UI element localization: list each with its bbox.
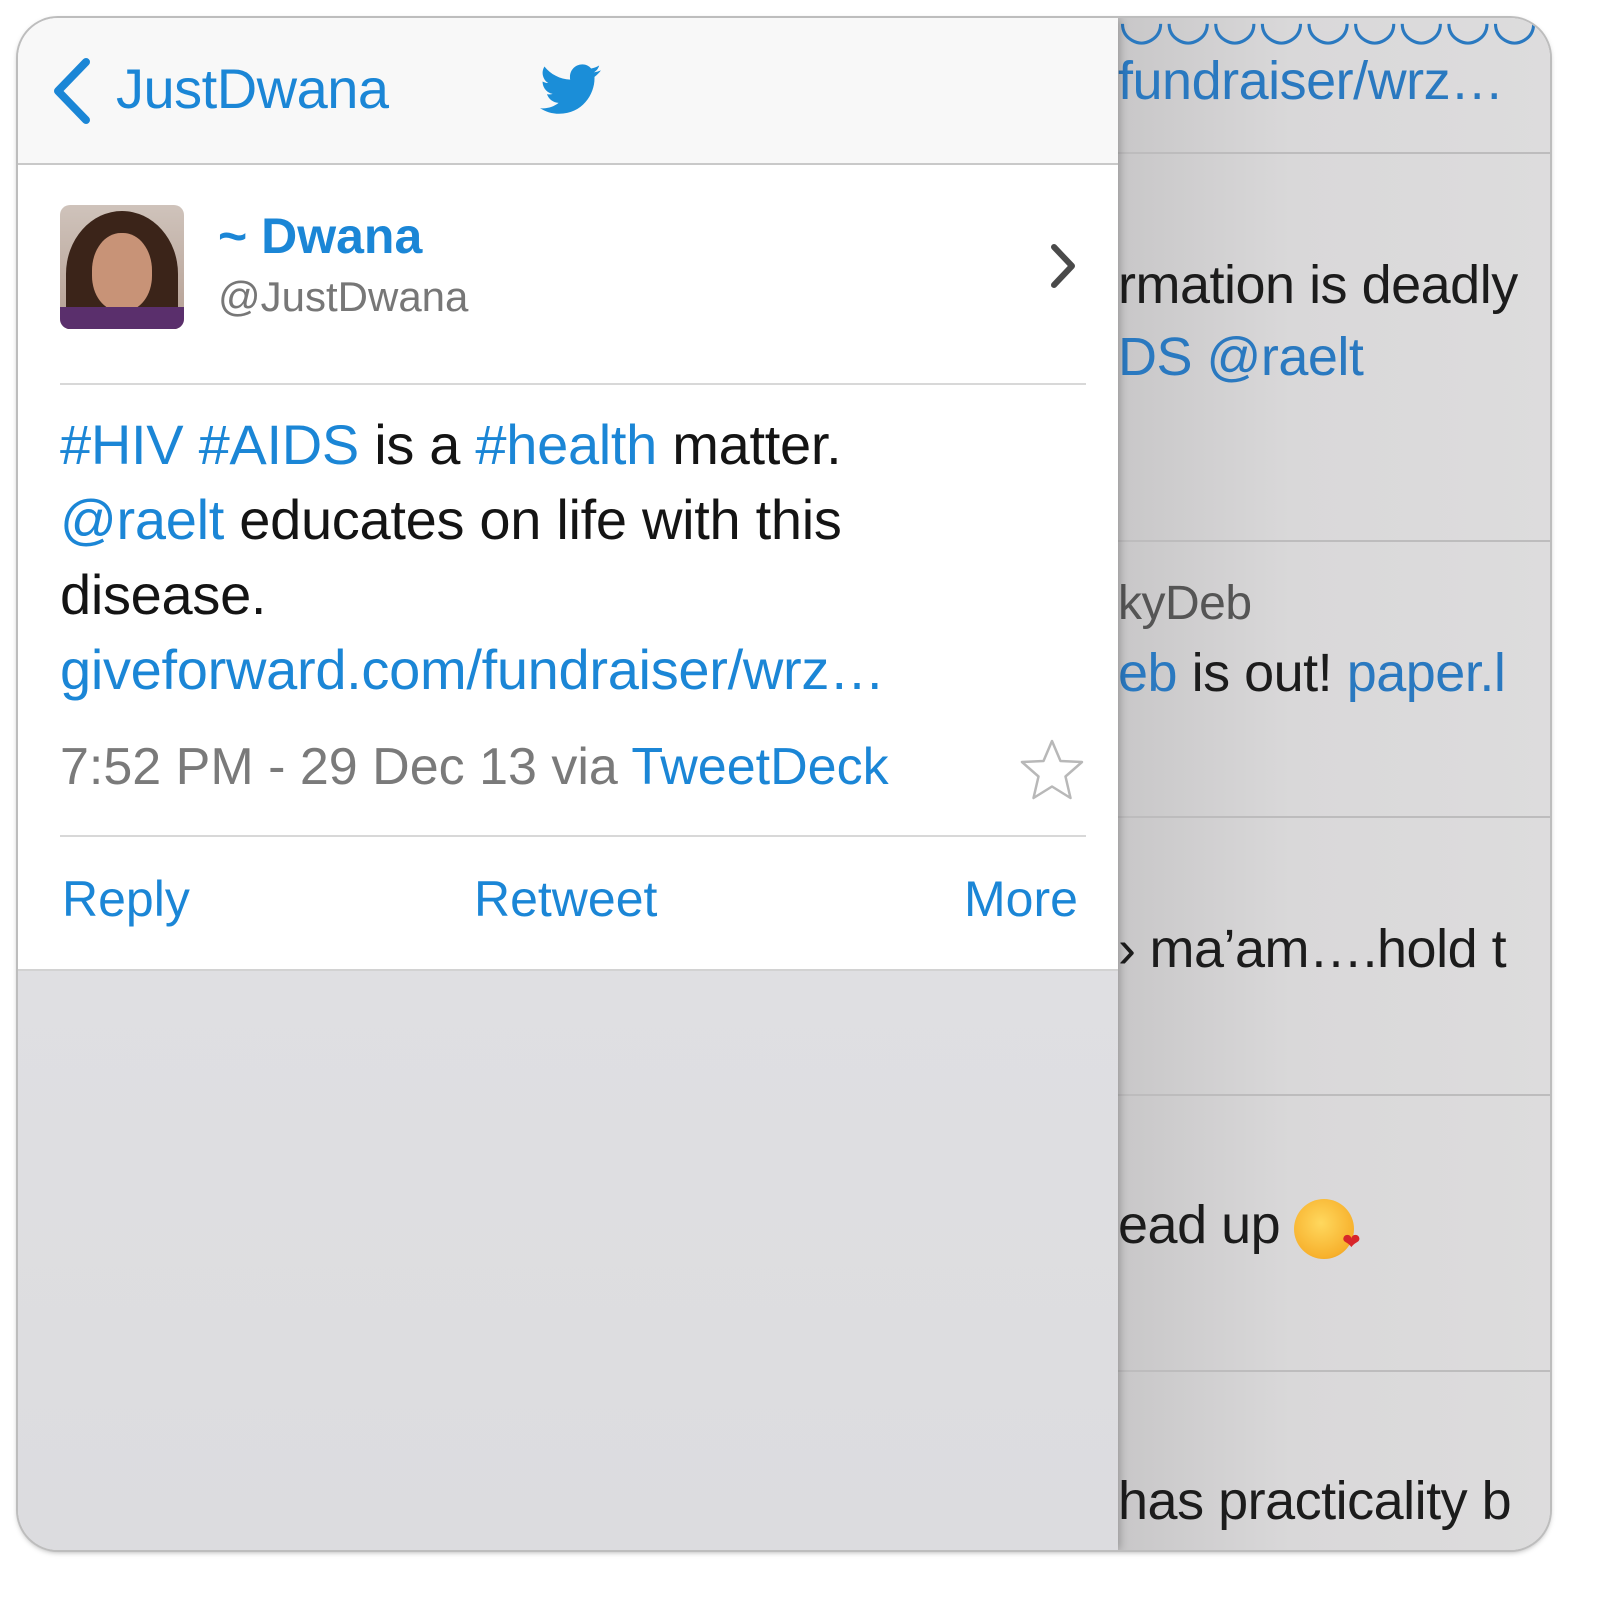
bg-tweet-text: rmation is deadly	[1118, 255, 1518, 315]
bg-tweet-author: kyDeb	[1118, 577, 1252, 630]
chevron-right-icon[interactable]	[1048, 241, 1078, 291]
tweet-timestamp: 7:52 PM - 29 Dec 13 via	[60, 738, 618, 796]
bg-divider	[1118, 1094, 1550, 1096]
more-button[interactable]: More	[964, 870, 1078, 928]
favorite-star-icon[interactable]	[1018, 737, 1086, 803]
tweet-card: ~ Dwana @JustDwana #HIV #AIDS is a #heal…	[18, 165, 1118, 971]
retweet-button[interactable]: Retweet	[474, 870, 657, 928]
user-handle[interactable]: @JustDwana	[218, 273, 468, 321]
bg-plain: is out!	[1191, 643, 1333, 703]
tweet-plain-text: matter.	[672, 413, 842, 476]
tweet-detail-panel: JustDwana ~ Dwana @JustDwana #HIV #AIDS …	[18, 18, 1118, 1550]
bg-tweet-text: eb is out! paper.l	[1118, 642, 1506, 704]
bg-divider	[1118, 152, 1550, 154]
bg-tweet-text: ead up	[1118, 1194, 1360, 1259]
reply-button[interactable]: Reply	[62, 870, 190, 928]
divider	[60, 383, 1086, 385]
avatar[interactable]	[60, 205, 184, 329]
hashtag-aids[interactable]: #AIDS	[199, 413, 360, 476]
tweet-meta: 7:52 PM - 29 Dec 13 via TweetDeck	[60, 737, 889, 797]
bg-divider	[1118, 1370, 1550, 1372]
tweet-text: #HIV #AIDS is a #health matter. @raelt e…	[60, 407, 1060, 707]
bg-plain: ead up	[1118, 1195, 1281, 1255]
tweet-url-link[interactable]: giveforward.com/fundraiser/wrz…	[60, 638, 885, 701]
bg-plain: ma’am….hold t	[1149, 919, 1507, 979]
bg-paper-link[interactable]: paper.l	[1347, 643, 1506, 703]
back-button-label[interactable]: JustDwana	[116, 56, 389, 121]
bg-divider	[1118, 816, 1550, 818]
bg-cutoff-line: ◡◡◡◡◡◡◡◡◡◡◡◡	[1118, 18, 1550, 50]
hashtag-hiv[interactable]: #HIV	[60, 413, 184, 476]
back-chevron-icon[interactable]	[48, 56, 96, 126]
nav-bar: JustDwana	[18, 18, 1118, 165]
twitter-bird-icon	[540, 64, 601, 114]
background-timeline: ◡◡◡◡◡◡◡◡◡◡◡◡ fundraiser/wrz… rmation is …	[1118, 18, 1550, 1550]
client-link[interactable]: TweetDeck	[631, 738, 888, 796]
bg-mention[interactable]: eb	[1118, 643, 1178, 703]
kiss-emoji-icon	[1294, 1198, 1360, 1259]
divider	[60, 835, 1086, 837]
bg-link-text[interactable]: fundraiser/wrz…	[1118, 50, 1504, 112]
hashtag-health[interactable]: #health	[475, 413, 657, 476]
screenshot-frame: ◡◡◡◡◡◡◡◡◡◡◡◡ fundraiser/wrz… rmation is …	[18, 18, 1550, 1550]
tweet-plain-text: is a	[374, 413, 461, 476]
display-name[interactable]: ~ Dwana	[218, 207, 422, 265]
bg-tweet-link[interactable]: DS @raelt	[1118, 326, 1364, 388]
bg-tweet-text: has practicality b	[1118, 1471, 1512, 1531]
mention-raelt[interactable]: @raelt	[60, 488, 224, 551]
bg-divider	[1118, 540, 1550, 542]
bg-tweet-text: › ma’am….hold t	[1118, 919, 1507, 979]
